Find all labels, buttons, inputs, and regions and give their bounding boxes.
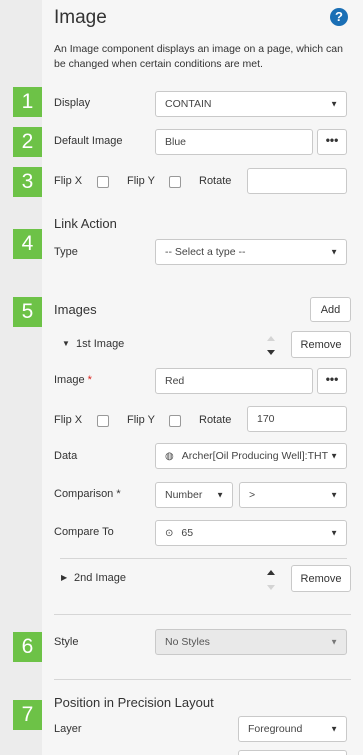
first-rotate-value: 170 (257, 413, 275, 425)
step-badge-1: 1 (13, 87, 42, 117)
display-label: Display (54, 97, 91, 109)
default-image-input[interactable]: Blue (155, 129, 313, 155)
remove-second-image-button[interactable]: Remove (291, 565, 351, 592)
style-select[interactable]: No Styles ▼ (155, 629, 347, 655)
style-label: Style (54, 636, 79, 648)
chevron-down-icon: ▼ (330, 247, 338, 257)
images-title: Images (54, 302, 97, 317)
first-image-header: 1st Image (76, 338, 125, 350)
data-label: Data (54, 450, 78, 462)
first-flip-x-checkbox[interactable] (97, 415, 109, 427)
comparison-type-select[interactable]: Number ▼ (155, 482, 233, 508)
add-image-button[interactable]: Add (310, 297, 351, 322)
first-flip-x-label: Flip X (54, 414, 83, 426)
chevron-down-icon: ▼ (330, 99, 338, 109)
default-image-browse-button[interactable]: ••• (317, 129, 347, 155)
help-icon[interactable]: ? (330, 8, 348, 26)
link-type-select[interactable]: -- Select a type -- ▼ (155, 239, 347, 265)
chevron-down-icon: ▼ (216, 490, 224, 500)
first-flip-y-checkbox[interactable] (169, 415, 181, 427)
rotate-input[interactable] (247, 168, 347, 194)
remove-first-image-button[interactable]: Remove (291, 331, 351, 358)
flip-y-label: Flip Y (127, 175, 155, 187)
default-image-label: Default Image (54, 135, 123, 147)
link-type-value: -- Select a type -- (165, 246, 246, 258)
comparison-type-value: Number (165, 489, 203, 501)
comparison-operator-select[interactable]: > ▼ (239, 482, 347, 508)
second-image-header: 2nd Image (74, 572, 126, 584)
style-value: No Styles (165, 636, 210, 648)
chevron-down-icon: ▼ (330, 490, 338, 500)
first-flip-y-label: Flip Y (127, 414, 155, 426)
default-image-value: Blue (165, 136, 187, 148)
second-image-toggle[interactable]: ▶ 2nd Image (54, 572, 254, 586)
compare-to-value: 65 (181, 527, 194, 539)
link-type-label: Type (54, 246, 78, 258)
layer-value: Foreground (248, 723, 303, 735)
first-image-value: Red (165, 375, 185, 387)
compare-to-label: Compare To (54, 526, 114, 538)
image-label-text: Image (54, 374, 85, 386)
flip-x-label: Flip X (54, 175, 83, 187)
step-badge-2: 2 (13, 127, 42, 157)
chevron-down-icon: ▼ (330, 528, 338, 538)
image-label: Image * (54, 374, 92, 386)
first-image-toggle[interactable]: ▼ 1st Image (54, 338, 274, 352)
panel-title: Image (54, 7, 107, 28)
first-image-input[interactable]: Red (155, 368, 313, 394)
comparison-label-text: Comparison (54, 488, 114, 500)
divider (54, 679, 351, 680)
chevron-down-icon: ▼ (330, 637, 338, 647)
display-select[interactable]: CONTAIN ▼ (155, 91, 347, 117)
compare-to-select[interactable]: ⊙ 65 ▼ (155, 520, 347, 546)
data-value: Archer[Oil Producing Well]:THT (181, 450, 328, 462)
comparison-operator-value: > (249, 489, 256, 501)
step-badge-6: 6 (13, 632, 42, 662)
data-source-icon: ◍ (165, 450, 174, 462)
position-title: Position in Precision Layout (54, 695, 214, 710)
step-badge-5: 5 (13, 297, 42, 327)
first-image-browse-button[interactable]: ••• (317, 368, 347, 394)
comparison-label: Comparison * (54, 488, 121, 500)
step-badge-7: 7 (13, 700, 42, 730)
divider (54, 614, 351, 615)
panel-description: An Image component displays an image on … (54, 43, 343, 70)
move-up-icon[interactable] (267, 570, 275, 575)
step-badge-4: 4 (13, 229, 42, 259)
first-rotate-label: Rotate (199, 414, 232, 426)
collapsed-triangle-icon: ▶ (61, 573, 68, 582)
target-icon: ⊙ (165, 527, 174, 539)
step-badge-3: 3 (13, 167, 42, 197)
first-rotate-input[interactable]: 170 (247, 406, 347, 432)
chevron-down-icon: ▼ (328, 451, 338, 461)
move-down-icon[interactable] (267, 585, 275, 590)
divider (60, 558, 347, 559)
chevron-down-icon: ▼ (330, 724, 338, 734)
ellipsis-icon: ••• (325, 132, 339, 147)
move-down-icon[interactable] (267, 350, 275, 355)
flip-x-checkbox[interactable] (97, 176, 109, 188)
link-action-title: Link Action (54, 216, 117, 231)
rotate-label: Rotate (199, 175, 232, 187)
comparison-required-mark: * (116, 488, 121, 500)
layer-select[interactable]: Foreground ▼ (238, 716, 347, 742)
expanded-triangle-icon: ▼ (62, 339, 70, 348)
next-field-partial[interactable] (238, 750, 347, 755)
flip-y-checkbox[interactable] (169, 176, 181, 188)
layer-label: Layer (54, 723, 82, 735)
required-mark: * (87, 374, 92, 386)
data-select[interactable]: ◍ Archer[Oil Producing Well]:THT ▼ (155, 443, 347, 469)
move-up-icon[interactable] (267, 336, 275, 341)
display-value: CONTAIN (165, 98, 212, 110)
ellipsis-icon: ••• (325, 371, 339, 386)
